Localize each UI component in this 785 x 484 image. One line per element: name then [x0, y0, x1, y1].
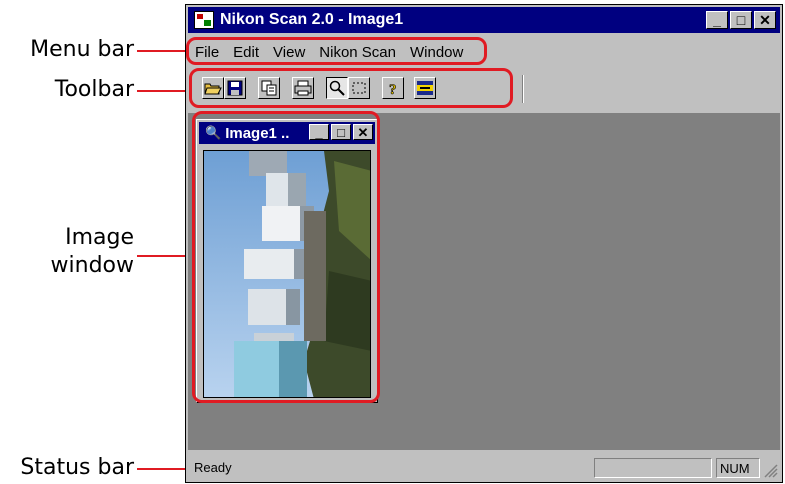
menu-bar-highlight [186, 37, 487, 65]
status-bar: Ready NUM [188, 454, 780, 480]
image-window-highlight [192, 111, 380, 403]
callout-image-window-2: window [50, 253, 134, 278]
resize-grip-icon[interactable] [762, 462, 778, 478]
app-icon[interactable] [194, 11, 214, 29]
callout-status-bar: Status bar [20, 455, 134, 480]
window-title: Nikon Scan 2.0 - Image1 [220, 11, 404, 28]
toolbar-separator [522, 75, 524, 103]
leader-toolbar [137, 90, 190, 92]
toolbar-highlight [189, 68, 513, 108]
status-text: Ready [194, 459, 232, 475]
title-bar[interactable]: Nikon Scan 2.0 - Image1 _ □ ✕ [188, 7, 780, 33]
maximize-button[interactable]: □ [730, 11, 752, 29]
status-pane-num: NUM [716, 458, 760, 478]
status-pane-blank [594, 458, 712, 478]
leader-menu-bar [137, 50, 187, 52]
callout-menu-bar: Menu bar [30, 37, 134, 62]
minimize-button[interactable]: _ [706, 11, 728, 29]
close-button[interactable]: ✕ [754, 11, 776, 29]
callout-toolbar: Toolbar [54, 77, 134, 102]
leader-status-bar [137, 468, 187, 470]
callout-image-window-1: Image [65, 225, 134, 250]
